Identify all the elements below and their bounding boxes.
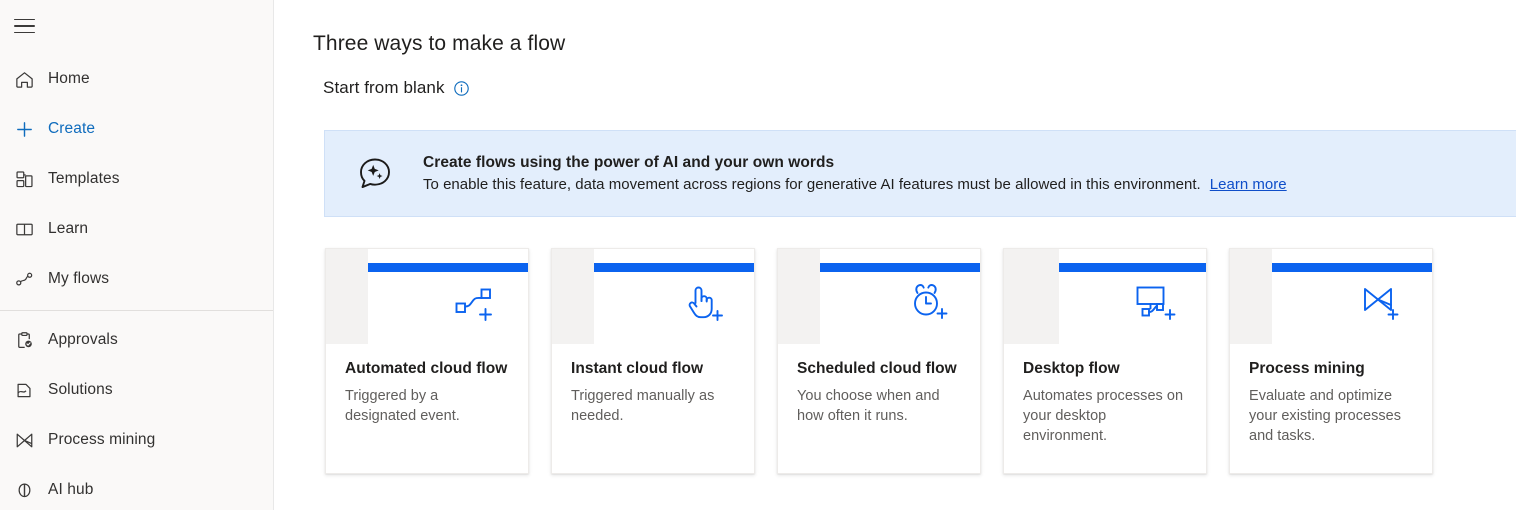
card-instant-cloud-flow[interactable]: Instant cloud flow Triggered manually as… bbox=[551, 248, 755, 474]
sidebar-item-solutions[interactable]: Solutions bbox=[0, 365, 273, 415]
card-accent-bar bbox=[820, 263, 980, 272]
card-description: Evaluate and optimize your existing proc… bbox=[1249, 388, 1401, 444]
card-description: Triggered manually as needed. bbox=[571, 388, 715, 424]
card-accent-bar bbox=[368, 263, 528, 272]
card-artwork bbox=[778, 249, 980, 344]
approvals-icon bbox=[14, 326, 48, 354]
sidebar-item-label: Learn bbox=[48, 220, 89, 237]
desktop-flow-icon bbox=[1126, 279, 1182, 329]
process-mining-bowtie-icon bbox=[1352, 279, 1408, 329]
process-mining-icon bbox=[14, 426, 48, 454]
alarm-clock-icon bbox=[900, 279, 956, 329]
banner-subtitle-row: To enable this feature, data movement ac… bbox=[423, 176, 1287, 193]
ai-hub-icon bbox=[14, 476, 48, 504]
learn-more-link[interactable]: Learn more bbox=[1210, 176, 1287, 193]
app-root: Home Create Templates Learn My flows App… bbox=[0, 0, 1516, 510]
info-circle-icon[interactable] bbox=[453, 80, 470, 97]
card-artwork bbox=[326, 249, 528, 344]
card-body: Scheduled cloud flow You choose when and… bbox=[778, 344, 980, 426]
sidebar-divider bbox=[0, 310, 273, 311]
banner-title: Create flows using the power of AI and y… bbox=[423, 154, 835, 171]
card-description: Triggered by a designated event. bbox=[345, 388, 460, 424]
sidebar-item-label: Create bbox=[48, 120, 96, 137]
flow-icon bbox=[14, 265, 48, 293]
card-body: Automated cloud flow Triggered by a desi… bbox=[326, 344, 528, 426]
card-artwork bbox=[1004, 249, 1206, 344]
card-body: Desktop flow Automates processes on your… bbox=[1004, 344, 1206, 446]
card-title: Desktop flow bbox=[1023, 360, 1120, 377]
card-title: Process mining bbox=[1249, 360, 1365, 377]
solutions-icon bbox=[14, 376, 48, 404]
flow-type-card-list: Automated cloud flow Triggered by a desi… bbox=[325, 248, 1433, 474]
book-icon bbox=[14, 215, 48, 243]
card-accent-bar bbox=[594, 263, 754, 272]
card-automated-cloud-flow[interactable]: Automated cloud flow Triggered by a desi… bbox=[325, 248, 529, 474]
card-accent-bar bbox=[1272, 263, 1432, 272]
card-accent-bar bbox=[1059, 263, 1206, 272]
templates-icon bbox=[14, 165, 48, 193]
banner-subtitle: To enable this feature, data movement ac… bbox=[423, 176, 1201, 193]
card-description: You choose when and how often it runs. bbox=[797, 388, 940, 424]
sidebar-item-label: Solutions bbox=[48, 381, 113, 398]
sidebar-item-approvals[interactable]: Approvals bbox=[0, 315, 273, 365]
sidebar-item-process-mining[interactable]: Process mining bbox=[0, 415, 273, 465]
sidebar-item-label: Approvals bbox=[48, 331, 118, 348]
hamburger-line bbox=[13, 25, 35, 27]
sidebar-item-label: My flows bbox=[48, 270, 110, 287]
card-artwork bbox=[1230, 249, 1432, 344]
hamburger-line bbox=[13, 31, 35, 34]
card-process-mining[interactable]: Process mining Evaluate and optimize you… bbox=[1229, 248, 1433, 474]
sidebar-item-ai-hub[interactable]: AI hub bbox=[0, 465, 273, 510]
card-title: Instant cloud flow bbox=[571, 360, 704, 377]
sidebar-item-create[interactable]: Create bbox=[0, 104, 273, 154]
sidebar-item-home[interactable]: Home bbox=[0, 54, 273, 104]
instant-tap-icon bbox=[674, 279, 730, 329]
sidebar-item-label: Home bbox=[48, 70, 90, 87]
card-title: Automated cloud flow bbox=[345, 360, 508, 377]
card-desktop-flow[interactable]: Desktop flow Automates processes on your… bbox=[1003, 248, 1207, 474]
ai-feature-banner: Create flows using the power of AI and y… bbox=[324, 130, 1516, 217]
section-header: Start from blank bbox=[323, 78, 470, 98]
card-body: Process mining Evaluate and optimize you… bbox=[1230, 344, 1432, 446]
plus-icon bbox=[14, 115, 48, 143]
automated-flow-icon bbox=[448, 279, 504, 329]
card-scheduled-cloud-flow[interactable]: Scheduled cloud flow You choose when and… bbox=[777, 248, 981, 474]
main-content: Three ways to make a flow Start from bla… bbox=[274, 0, 1516, 510]
home-icon bbox=[14, 65, 48, 93]
sidebar-item-learn[interactable]: Learn bbox=[0, 204, 273, 254]
card-body: Instant cloud flow Triggered manually as… bbox=[552, 344, 754, 426]
sidebar-nav-list: Home Create Templates Learn My flows App… bbox=[0, 54, 273, 510]
card-title: Scheduled cloud flow bbox=[797, 360, 957, 377]
hamburger-menu-button[interactable] bbox=[2, 4, 46, 48]
banner-text-block: Create flows using the power of AI and y… bbox=[423, 154, 1287, 193]
sidebar: Home Create Templates Learn My flows App… bbox=[0, 0, 274, 510]
hamburger-line bbox=[13, 18, 35, 21]
sidebar-item-label: AI hub bbox=[48, 481, 94, 498]
sidebar-item-templates[interactable]: Templates bbox=[0, 154, 273, 204]
ai-sparkle-bubble-icon bbox=[352, 151, 398, 197]
section-title: Start from blank bbox=[323, 78, 445, 97]
sidebar-item-label: Templates bbox=[48, 170, 120, 187]
card-artwork bbox=[552, 249, 754, 344]
card-description: Automates processes on your desktop envi… bbox=[1023, 388, 1184, 444]
sidebar-item-my-flows[interactable]: My flows bbox=[0, 254, 273, 304]
sidebar-item-label: Process mining bbox=[48, 431, 156, 448]
page-title: Three ways to make a flow bbox=[313, 32, 566, 56]
